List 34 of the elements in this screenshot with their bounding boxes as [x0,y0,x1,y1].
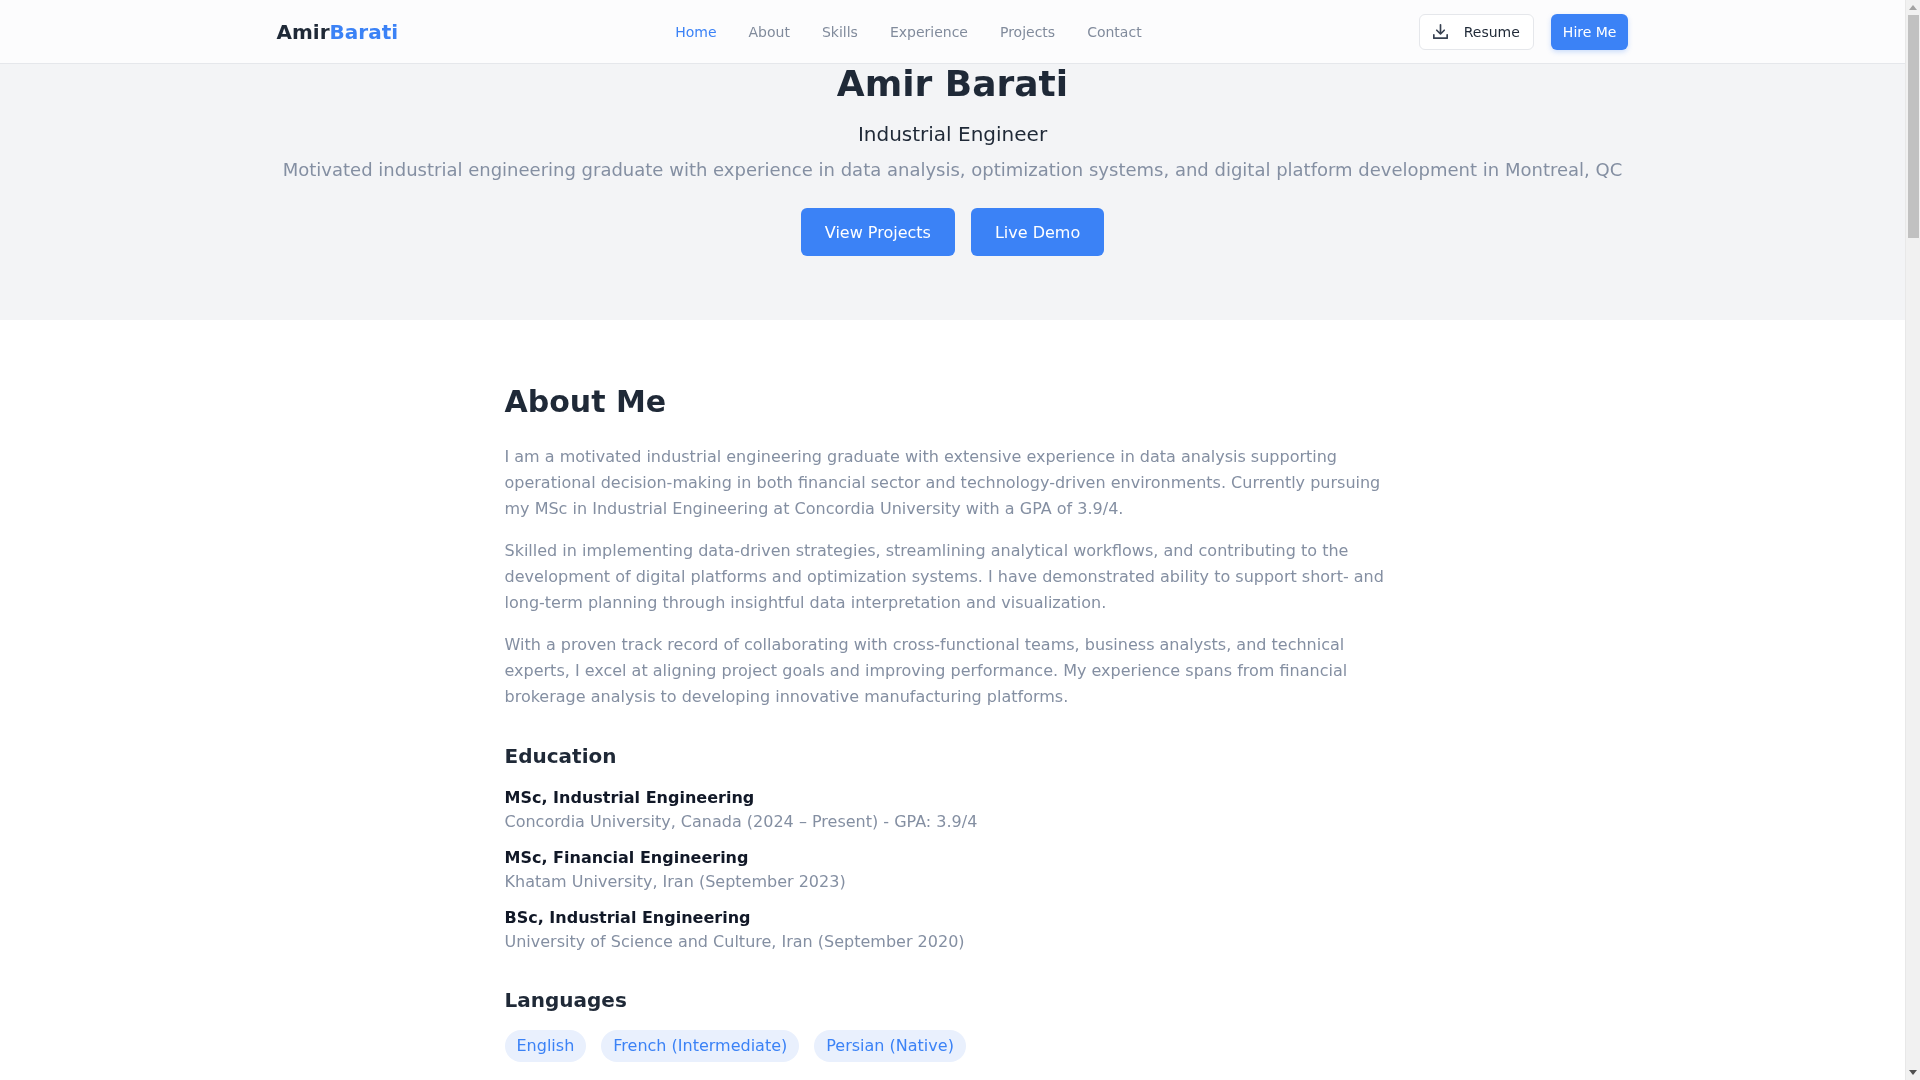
hero-title: Industrial Engineer [856,121,1049,148]
download-icon [1432,24,1448,39]
education-heading: Education [504,743,618,770]
hero-name: Amir Barati [835,64,1070,104]
logo[interactable]: AmirBarati [276,17,399,46]
language-tag: Persian (Native) [814,1030,966,1062]
hero-button[interactable]: Live Demo [970,208,1105,256]
resume-button[interactable]: Resume [1418,13,1534,50]
degree-title: MSc, Industrial Engineering [504,787,756,809]
scrollbar-thumb[interactable] [1907,15,1919,238]
language-tag: French (Intermediate) [601,1030,800,1062]
nav-link[interactable]: Home [675,21,717,42]
language-tag: English [504,1030,587,1062]
about-paragraph: I am a motivated industrial engineering graduate with extensive experience in data analysis supporting operational decision-making in both financial sector and technology-driven environments. Currently pursuing my MSc in Industrial Engineering at Concordia University with a GPA of 3.9/4. [504,446,1382,520]
degree-title: MSc, Financial Engineering [504,847,750,869]
hire-button[interactable]: Hire Me [1550,13,1629,50]
degree-details: University of Science and Culture, Iran (September 2020) [504,931,966,953]
scrollbar[interactable] [1905,0,1920,1080]
section-heading: About Me [504,384,668,420]
degree-details: Concordia University, Canada (2024 – Present) - GPA: 3.9/4 [504,811,979,833]
degree-details: Khatam University, Iran (September 2023) [504,871,847,893]
about-paragraph: With a proven track record of collaborating with cross-functional teams, business analysts, and technical experts, I excel at aligning project goals and improving performance. My experience spans from financial brokerage analysis to developing innovative manufacturing platforms. [504,634,1349,708]
scroll-down-icon[interactable] [1909,1070,1917,1075]
about-paragraph: Skilled in implementing data-driven strategies, streamlining analytical workflows, and contributing to the development of digital platforms and optimization systems. I have demonstrated ability to support short- and long-term planning through insightful data interpretation and visualization. [504,540,1385,614]
scroll-up-icon[interactable] [1909,5,1917,10]
nav-link[interactable]: Contact [1087,21,1142,42]
languages-heading: Languages [504,987,628,1014]
nav-link[interactable]: Projects [999,21,1056,42]
nav-link[interactable]: Experience [889,21,968,42]
degree-title: BSc, Industrial Engineering [504,907,752,929]
hero-button[interactable]: View Projects [800,208,955,256]
hero-summary: Motivated industrial engineering graduate with experience in data analysis, optimization systems, and digital platform development in Montreal, QC [281,158,1624,182]
nav-link[interactable]: About [748,21,790,42]
nav-link[interactable]: Skills [821,21,858,42]
